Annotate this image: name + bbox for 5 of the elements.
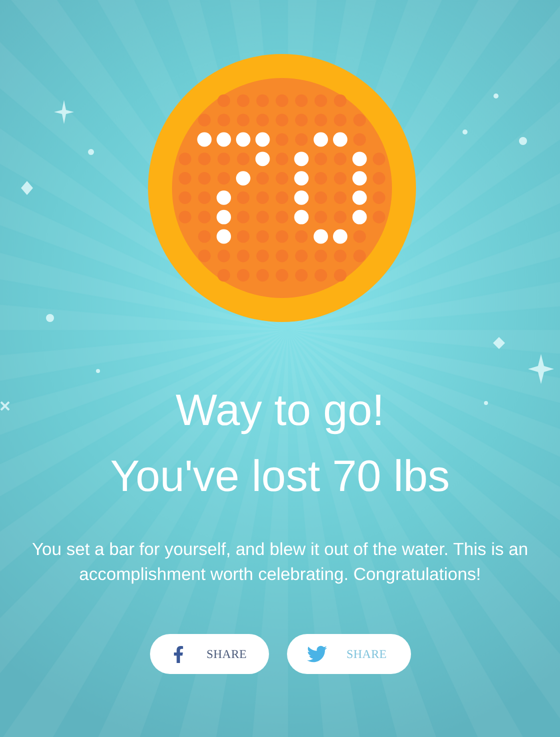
bird-icon	[306, 644, 326, 664]
subheadline: You've lost 70 lbs	[110, 451, 450, 503]
headline: Way to go!	[176, 385, 384, 437]
share-button[interactable]: SHARE	[150, 634, 268, 674]
message-text: You set a bar for yourself, and blew it out of the water. This is an accomplishment worth celebrating. Congratulations!	[30, 538, 530, 586]
